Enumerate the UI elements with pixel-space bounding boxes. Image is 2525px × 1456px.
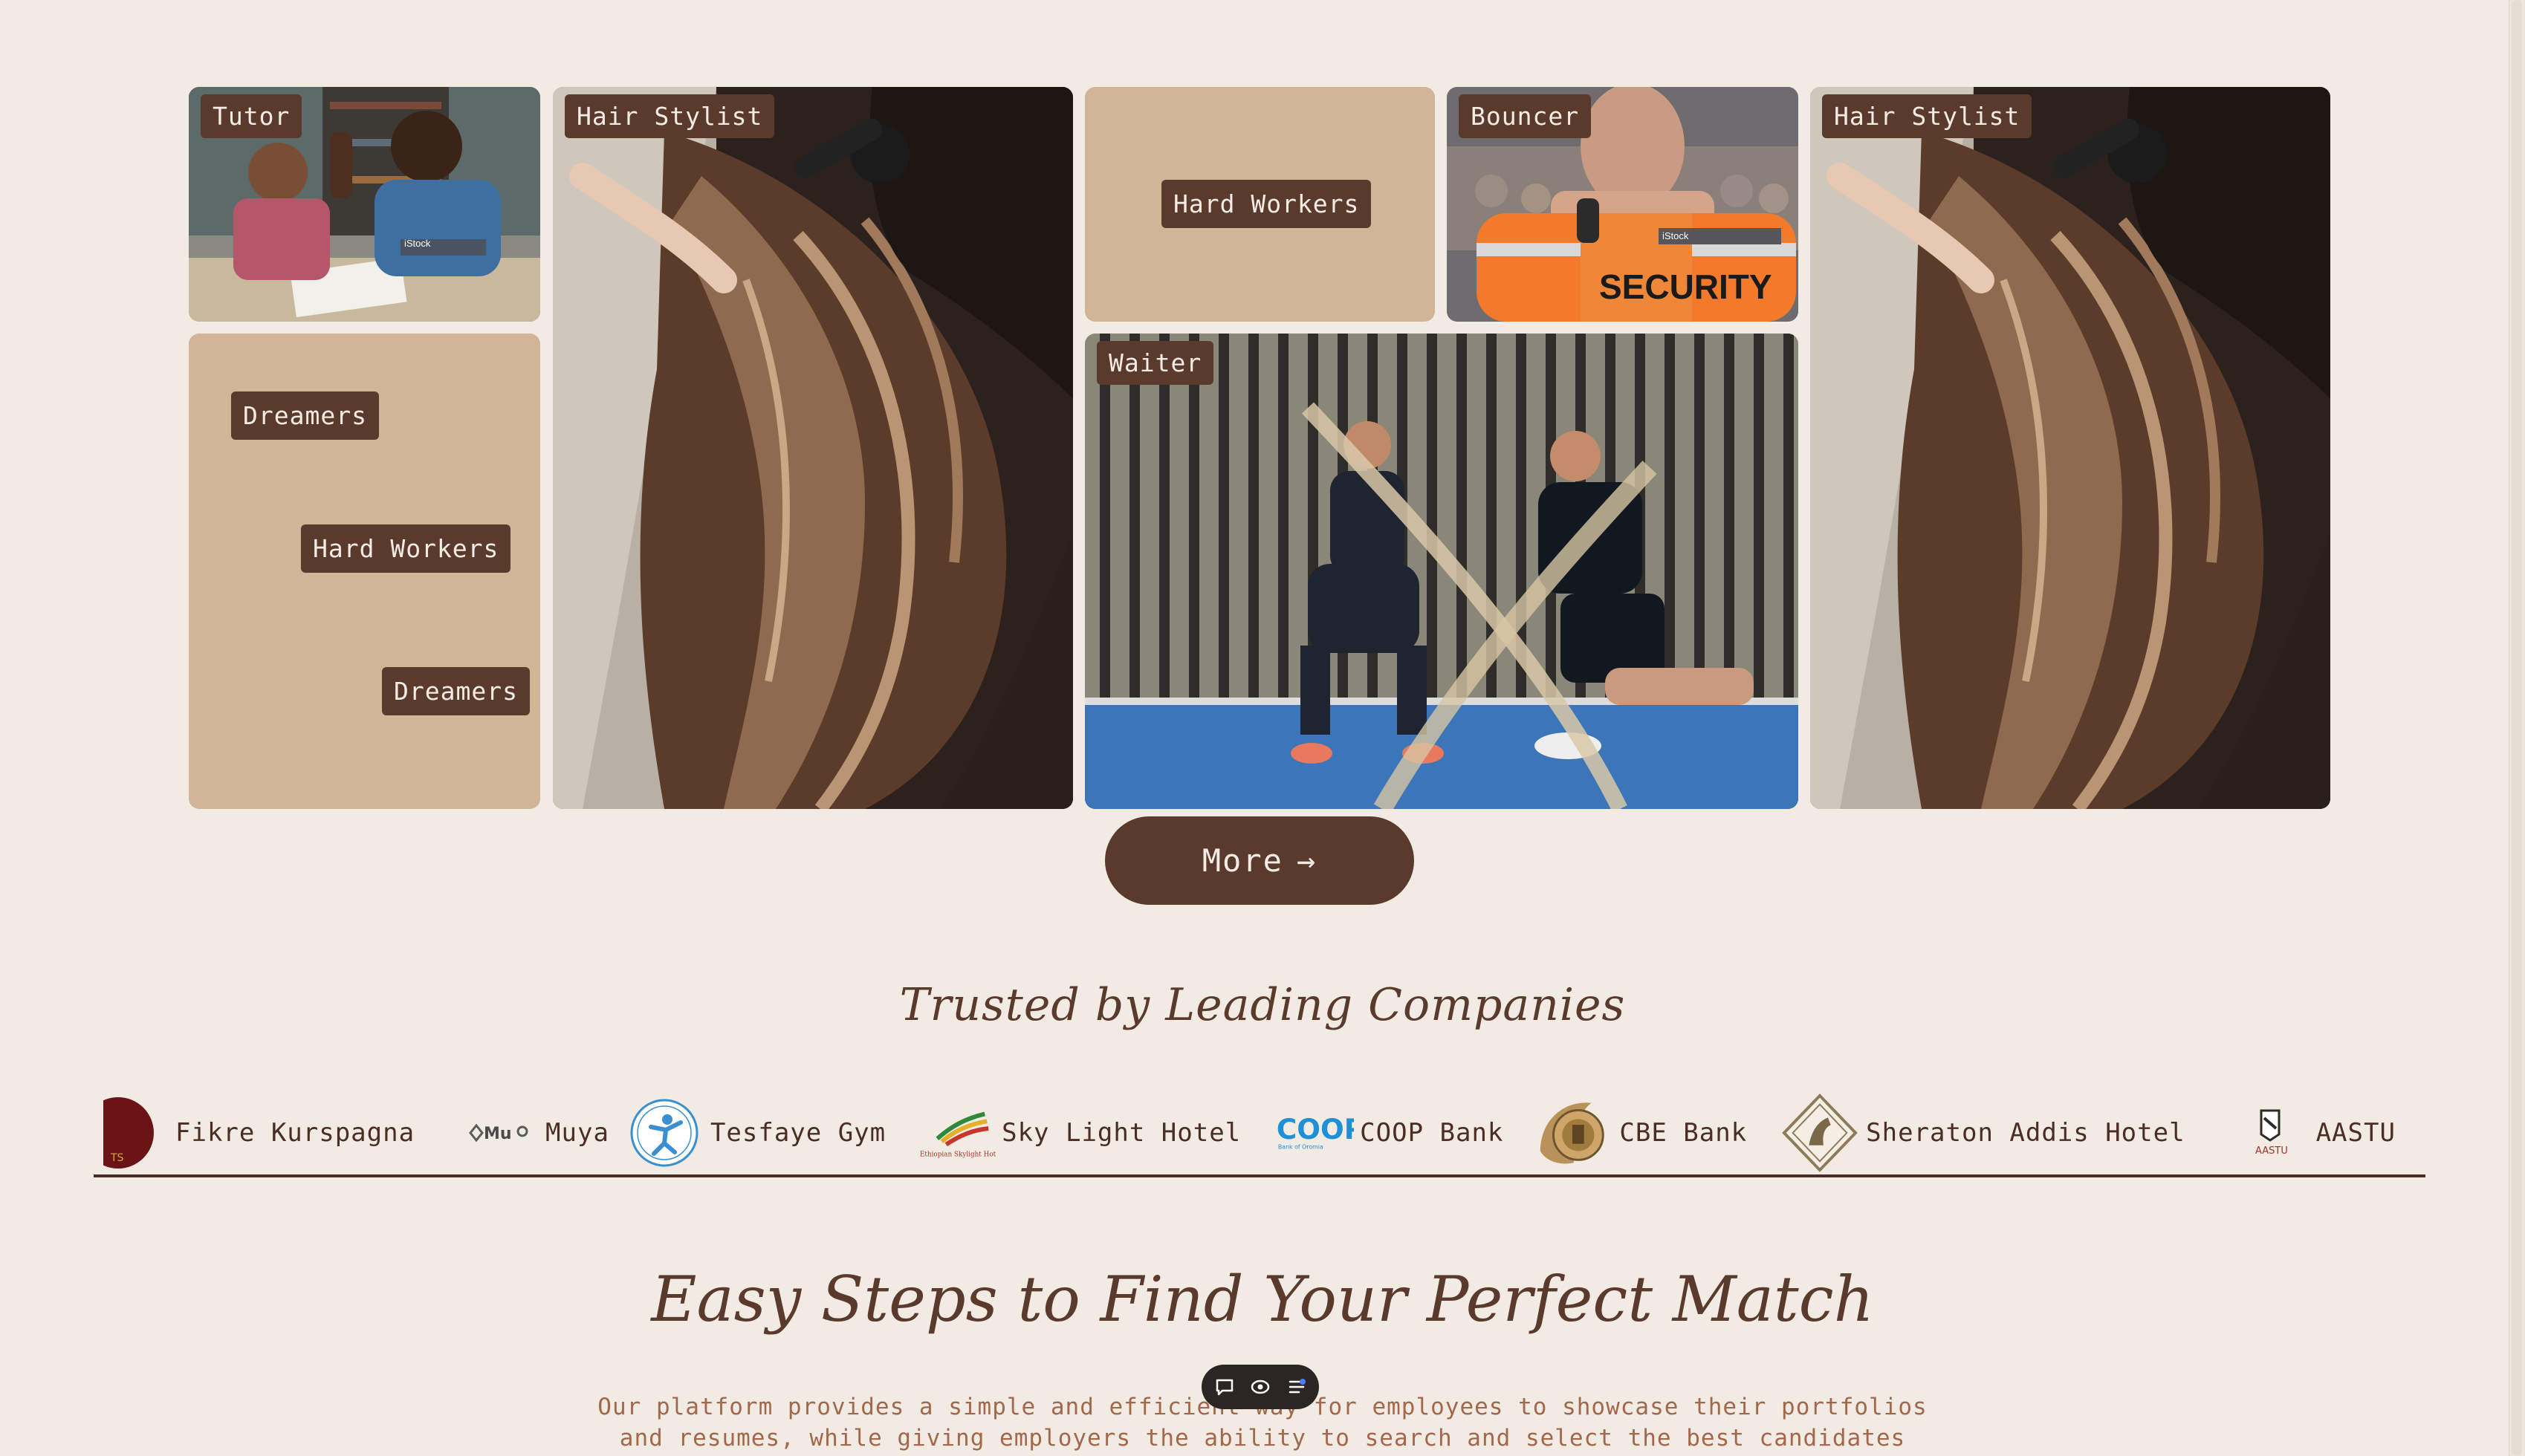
tile-hair-stylist-1[interactable]: Hair Stylist (553, 87, 1073, 809)
company-item-aastu[interactable]: AASTU AASTU (2230, 1096, 2396, 1170)
hair-stylist-label-1: Hair Stylist (565, 94, 775, 138)
arrow-right-icon: → (1296, 842, 1317, 879)
security-text: SECURITY (1599, 267, 1772, 306)
muya-logo-icon: Mu (459, 1096, 539, 1170)
tile-hair-stylist-2[interactable]: Hair Stylist (1810, 87, 2330, 809)
waiter-label: Waiter (1097, 341, 1214, 385)
trusted-section-title: Trusted by Leading Companies (899, 979, 1626, 1031)
company-item-sky-light-hotel[interactable]: Ethiopian Skylight Hotel Sky Light Hotel (915, 1096, 1241, 1170)
company-item-muya[interactable]: Mu Muya (459, 1096, 609, 1170)
photo-gallery: iStock Tutor Hair Stylist Hard Workers i… (0, 0, 2525, 817)
company-name: AASTU (2315, 1118, 2396, 1148)
dreamers-chip-1: Dreamers (231, 391, 379, 440)
comment-icon[interactable] (1211, 1374, 1238, 1400)
menu-list-icon[interactable] (1283, 1374, 1310, 1400)
company-item-tesfaye-gym[interactable]: Tesfaye Gym (624, 1096, 886, 1170)
more-button-label: More (1202, 842, 1283, 879)
scrollbar-thumb[interactable] (2512, 0, 2522, 1456)
company-logo-marquee: TS Fikre Kurspagna Mu Muya Tesfaye Gym E… (94, 1088, 2425, 1177)
company-name: COOP Bank (1360, 1118, 1504, 1148)
gym-logo-icon (624, 1096, 704, 1170)
page-scrollbar[interactable] (2509, 0, 2525, 1456)
company-item-cbe-bank[interactable]: CBE Bank (1533, 1096, 1747, 1170)
tile-bouncer[interactable]: iStock SECURITY Bouncer (1447, 87, 1798, 322)
company-name: Muya (545, 1118, 609, 1148)
company-item-coop-bank[interactable]: COOP Bank of Oromia COOP Bank (1274, 1096, 1503, 1170)
istock-watermark: iStock (404, 238, 431, 249)
hair-stylist-photo-2 (1810, 87, 2330, 809)
coop-logo-text: COOP (1277, 1113, 1354, 1145)
steps-section-title: Easy Steps to Find Your Perfect Match (651, 1263, 1874, 1336)
coop-logo-subtext: Bank of Oromia (1278, 1144, 1323, 1151)
hair-stylist-photo (553, 87, 1073, 809)
sheraton-logo-icon (1780, 1093, 1860, 1172)
company-name: Sky Light Hotel (1002, 1118, 1242, 1148)
skylight-logo-icon: Ethiopian Skylight Hotel (915, 1096, 996, 1170)
hair-stylist-label-2: Hair Stylist (1822, 94, 2032, 138)
bull-logo-icon: TS (94, 1096, 169, 1170)
skylight-logo-text: Ethiopian Skylight Hotel (920, 1151, 996, 1158)
tile-waiter[interactable]: Waiter (1085, 334, 1798, 809)
company-name: Sheraton Addis Hotel (1866, 1118, 2185, 1148)
company-item-fikre-kurspagna[interactable]: TS Fikre Kurspagna (94, 1096, 415, 1170)
cbe-logo-icon (1533, 1096, 1613, 1170)
company-name: CBE Bank (1619, 1118, 1748, 1148)
tutor-label: Tutor (201, 94, 302, 138)
company-name: Fikre Kurspagna (175, 1118, 415, 1148)
tile-tutor[interactable]: iStock Tutor (189, 87, 540, 322)
eye-icon[interactable] (1247, 1374, 1274, 1400)
aastu-logo-text: AASTU (2255, 1145, 2288, 1157)
more-button[interactable]: More → (1105, 816, 1414, 905)
hard-workers-chip: Hard Workers (1161, 180, 1372, 228)
company-logo-track: TS Fikre Kurspagna Mu Muya Tesfaye Gym E… (94, 1093, 2425, 1172)
waiter-photo (1085, 334, 1798, 809)
floating-toolbar (1202, 1365, 1319, 1409)
tile-hard-workers[interactable]: Hard Workers (1085, 87, 1435, 322)
tile-dreamers[interactable]: Dreamers Hard Workers Dreamers (189, 334, 540, 809)
muya-logo-text: Mu (484, 1125, 512, 1143)
steps-description-line-2: and resumes, while giving employers the … (619, 1425, 1906, 1452)
aastu-logo-icon: AASTU (2230, 1096, 2310, 1170)
dreamers-chip-2: Dreamers (382, 667, 530, 715)
company-name: Tesfaye Gym (710, 1118, 886, 1148)
coop-logo-icon: COOP Bank of Oromia (1274, 1096, 1354, 1170)
istock-watermark-2: iStock (1662, 230, 1689, 241)
company-item-sheraton-addis-hotel[interactable]: Sheraton Addis Hotel (1780, 1093, 2185, 1172)
bouncer-label: Bouncer (1459, 94, 1592, 138)
hard-workers-chip-2: Hard Workers (301, 524, 511, 573)
svg-text:TS: TS (110, 1152, 124, 1164)
